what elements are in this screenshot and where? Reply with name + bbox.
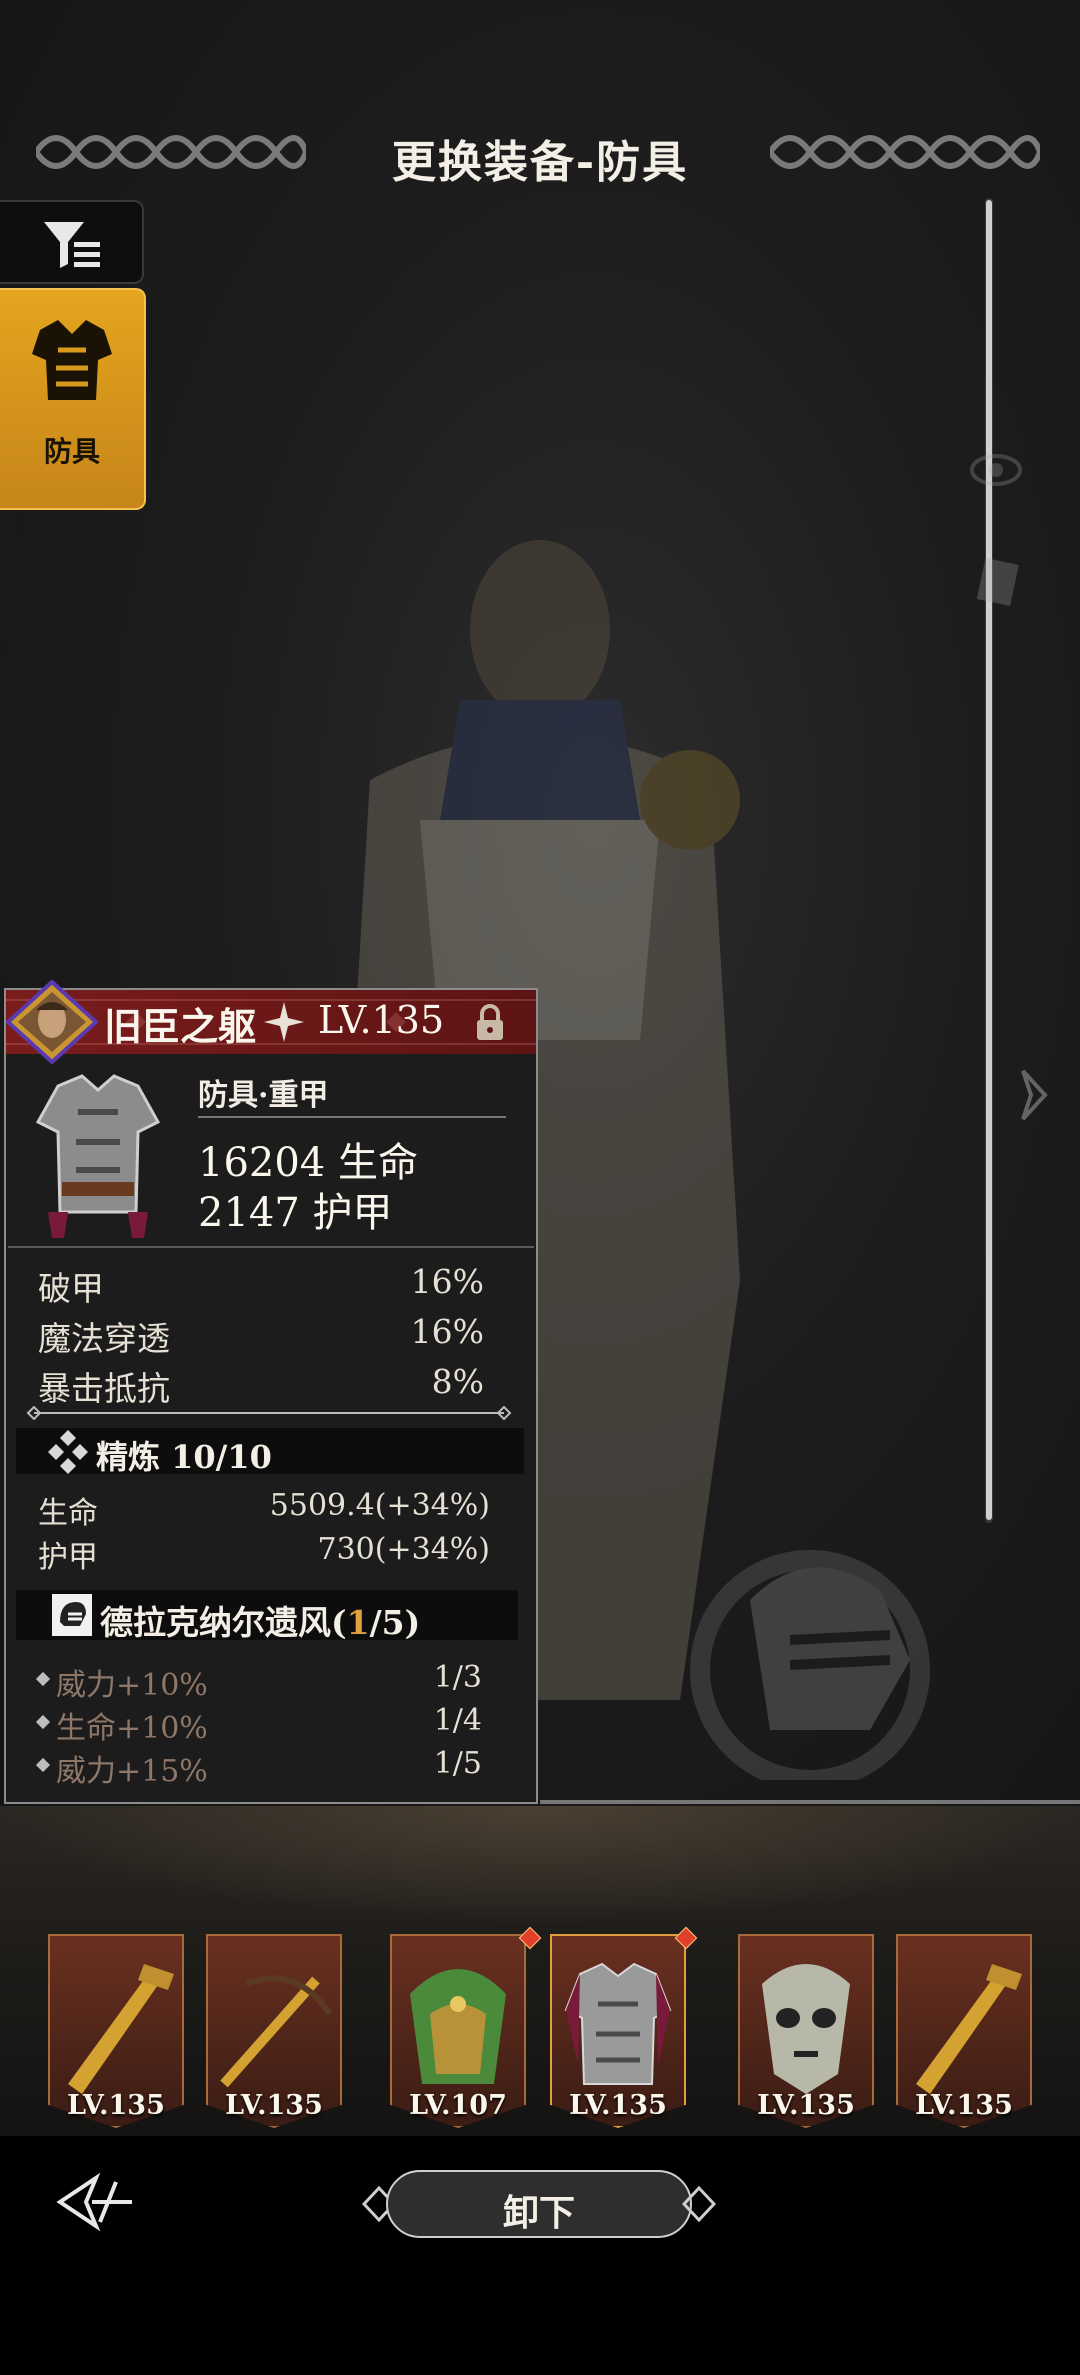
divider <box>8 1246 534 1248</box>
divider <box>198 1116 506 1118</box>
refine-stat-label: 护甲 <box>38 1540 98 1575</box>
equipment-level: LV.135 <box>318 998 445 1042</box>
equipment-type: 防具·重甲 <box>198 1078 329 1113</box>
slot-level: LV.135 <box>569 2090 667 2121</box>
refine-stat-label: 生命 <box>38 1496 98 1531</box>
set-name: 德拉克纳尔遗风(1/5) <box>100 1603 421 1642</box>
scrollbar-thumb[interactable] <box>986 200 992 1520</box>
set-bonus-label: 威力+15% <box>56 1754 208 1789</box>
substat-value: 16% <box>410 1262 484 1301</box>
slot-level: LV.135 <box>757 2090 855 2121</box>
helmet-icon <box>52 1594 92 1636</box>
set-bonus-count: 1/5 <box>433 1746 482 1781</box>
substat-value: 8% <box>431 1362 484 1401</box>
tab-armor-label: 防具 <box>43 435 100 468</box>
set-bonus-count: 1/3 <box>433 1660 482 1695</box>
refine-stat-value: 5509.4(+34%) <box>269 1488 490 1523</box>
filter-button[interactable] <box>0 200 144 284</box>
slot-level: LV.107 <box>409 2090 507 2121</box>
set-bonus-label: 生命+10% <box>56 1711 208 1746</box>
set-bonus-count: 1/4 <box>433 1703 482 1738</box>
substat-label: 破甲 <box>38 1269 104 1308</box>
armor-icon <box>32 320 112 400</box>
substat-label: 魔法穿透 <box>38 1319 170 1358</box>
strip-glow <box>0 1806 1080 1926</box>
filter-icon <box>44 222 100 268</box>
unequip-label: 卸下 <box>502 2192 575 2234</box>
substat-label: 暴击抵抗 <box>38 1369 170 1408</box>
arrow-right-icon[interactable] <box>1015 1065 1055 1125</box>
star-icon <box>264 1002 304 1042</box>
helmet-watermark-icon <box>690 1550 930 1780</box>
diamond-ornament-icon <box>682 2186 716 2222</box>
slot-level: LV.135 <box>225 2090 323 2121</box>
hero-avatar[interactable] <box>6 980 98 1064</box>
refine-icon <box>48 1430 88 1474</box>
slot-level: LV.135 <box>67 2090 165 2121</box>
ornament-divider <box>26 1406 512 1420</box>
lock-icon[interactable] <box>470 1002 510 1044</box>
armor-thumbnail <box>35 1074 161 1238</box>
screen-title: 更换装备-防具 <box>391 137 689 188</box>
eye-icon[interactable] <box>970 450 1022 490</box>
refine-label: 精炼 10/10 <box>96 1438 272 1476</box>
refine-stat-value: 730(+34%) <box>317 1532 491 1567</box>
back-icon[interactable] <box>56 2172 136 2232</box>
substat-value: 16% <box>410 1312 484 1351</box>
tab-armor[interactable] <box>0 288 146 510</box>
slot-level: LV.135 <box>915 2090 1013 2121</box>
divider <box>540 1800 1080 1804</box>
set-bonus-label: 威力+10% <box>56 1668 208 1703</box>
main-stat-armor: 2147 护甲 <box>198 1190 393 1236</box>
equipment-name: 旧臣之躯 <box>104 1004 257 1049</box>
card-icon[interactable] <box>975 555 1021 607</box>
